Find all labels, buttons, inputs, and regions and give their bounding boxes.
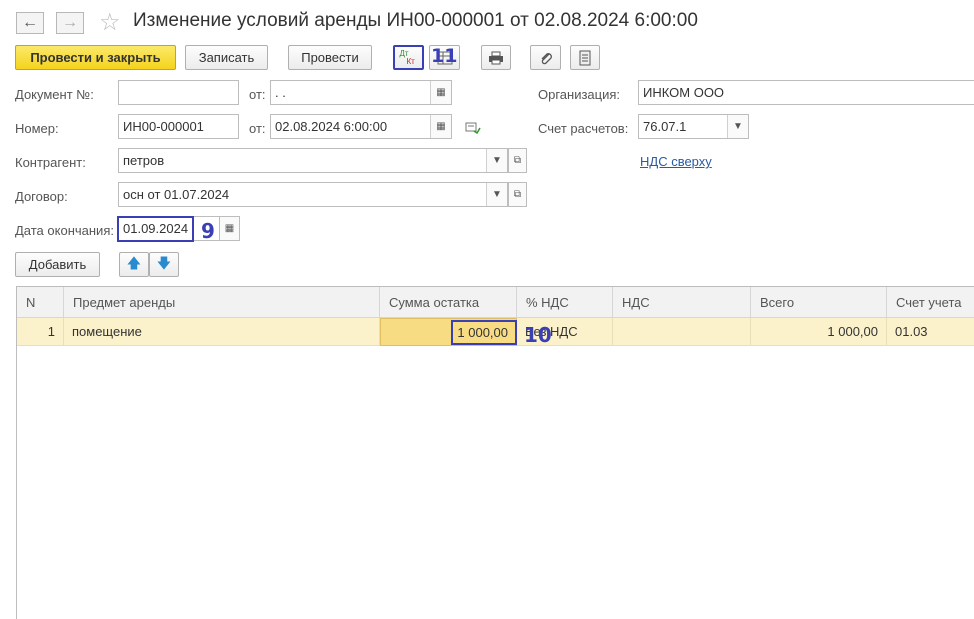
marker-10: 10 — [524, 323, 552, 347]
open-icon: ⧉ — [513, 189, 522, 200]
end-date-label: Дата окончания: — [15, 223, 114, 238]
org-field[interactable]: ИНКОМ ООО — [638, 80, 974, 105]
attach-button[interactable] — [530, 45, 561, 70]
end-date-calendar-button[interactable]: ▦ — [219, 216, 240, 241]
add-row-button[interactable]: Добавить — [15, 252, 100, 277]
print-button[interactable] — [481, 45, 511, 70]
save-button[interactable]: Записать — [185, 45, 268, 70]
dropdown-arrow-icon[interactable]: ▼ — [486, 183, 507, 206]
move-down-button[interactable]: 🡇 — [149, 252, 179, 277]
cell-subject[interactable]: помещение — [64, 318, 380, 346]
arrow-left-icon: ← — [22, 14, 38, 31]
calendar-icon: ▦ — [224, 223, 235, 234]
doc-date-label: от: — [249, 87, 266, 102]
post-button[interactable]: Провести — [288, 45, 372, 70]
cell-vat[interactable] — [613, 318, 751, 346]
counterparty-label: Контрагент: — [15, 155, 86, 170]
back-button[interactable]: ← — [16, 12, 44, 34]
vat-on-top-link[interactable]: НДС сверху — [640, 154, 712, 169]
marker-11: 11 — [431, 45, 458, 67]
calculator-button[interactable] — [570, 45, 600, 70]
column-header-account[interactable]: Счет учета — [887, 287, 974, 318]
calendar-icon[interactable]: ▦ — [430, 115, 451, 138]
column-header-vat[interactable]: НДС — [613, 287, 751, 318]
arrow-down-icon: 🡇 — [156, 254, 172, 271]
number-date-field[interactable]: 02.08.2024 6:00:00 ▦ — [270, 114, 452, 139]
counterparty-field[interactable]: петров ▼ — [118, 148, 508, 173]
marker-9: 9 — [201, 219, 215, 243]
dropdown-arrow-icon[interactable]: ▼ — [727, 115, 748, 138]
open-contract-button[interactable]: ⧉ — [508, 182, 527, 207]
column-header-total[interactable]: Всего — [751, 287, 887, 318]
column-header-sum[interactable]: Сумма остатка — [380, 287, 517, 318]
calendar-icon[interactable]: ▦ — [430, 81, 451, 104]
number-label: Номер: — [15, 121, 59, 136]
org-label: Организация: — [538, 87, 621, 102]
comment-edit-icon[interactable] — [465, 121, 481, 137]
cell-total[interactable]: 1 000,00 — [751, 318, 887, 346]
column-header-subject[interactable]: Предмет аренды — [64, 287, 380, 318]
sum-highlight — [451, 320, 517, 345]
dt-kt-icon: Дт Кт — [399, 48, 415, 66]
arrow-up-icon: 🡅 — [126, 254, 142, 271]
open-counterparty-button[interactable]: ⧉ — [508, 148, 527, 173]
star-icon[interactable]: ☆ — [99, 8, 121, 37]
contract-label: Договор: — [15, 189, 68, 204]
contract-field[interactable]: осн от 01.07.2024 ▼ — [118, 182, 508, 207]
account-label: Счет расчетов: — [538, 121, 629, 136]
dt-kt-button[interactable]: Дт Кт — [393, 45, 424, 70]
printer-icon — [489, 51, 503, 64]
doc-no-label: Документ №: — [15, 87, 94, 102]
page-title: Изменение условий аренды ИН00-000001 от … — [133, 10, 698, 31]
rent-items-table: N Предмет аренды Сумма остатка % НДС НДС… — [16, 286, 974, 619]
doc-no-field[interactable] — [118, 80, 239, 105]
post-and-close-button[interactable]: Провести и закрыть — [15, 45, 176, 70]
paperclip-icon — [541, 52, 552, 64]
doc-date-field[interactable]: . . ▦ — [270, 80, 452, 105]
end-date-highlight — [117, 216, 194, 242]
open-icon: ⧉ — [513, 155, 522, 166]
forward-button[interactable]: → — [56, 12, 84, 34]
calculator-icon — [579, 50, 591, 65]
number-field[interactable]: ИН00-000001 — [118, 114, 239, 139]
column-header-n[interactable]: N — [17, 287, 64, 318]
move-up-button[interactable]: 🡅 — [119, 252, 149, 277]
cell-account[interactable]: 01.03 — [887, 318, 974, 346]
column-header-vat-rate[interactable]: % НДС — [517, 287, 613, 318]
number-date-label: от: — [249, 121, 266, 136]
arrow-right-icon: → — [62, 14, 78, 31]
cell-n[interactable]: 1 — [17, 318, 64, 346]
account-field[interactable]: 76.07.1 ▼ — [638, 114, 749, 139]
dropdown-arrow-icon[interactable]: ▼ — [486, 149, 507, 172]
